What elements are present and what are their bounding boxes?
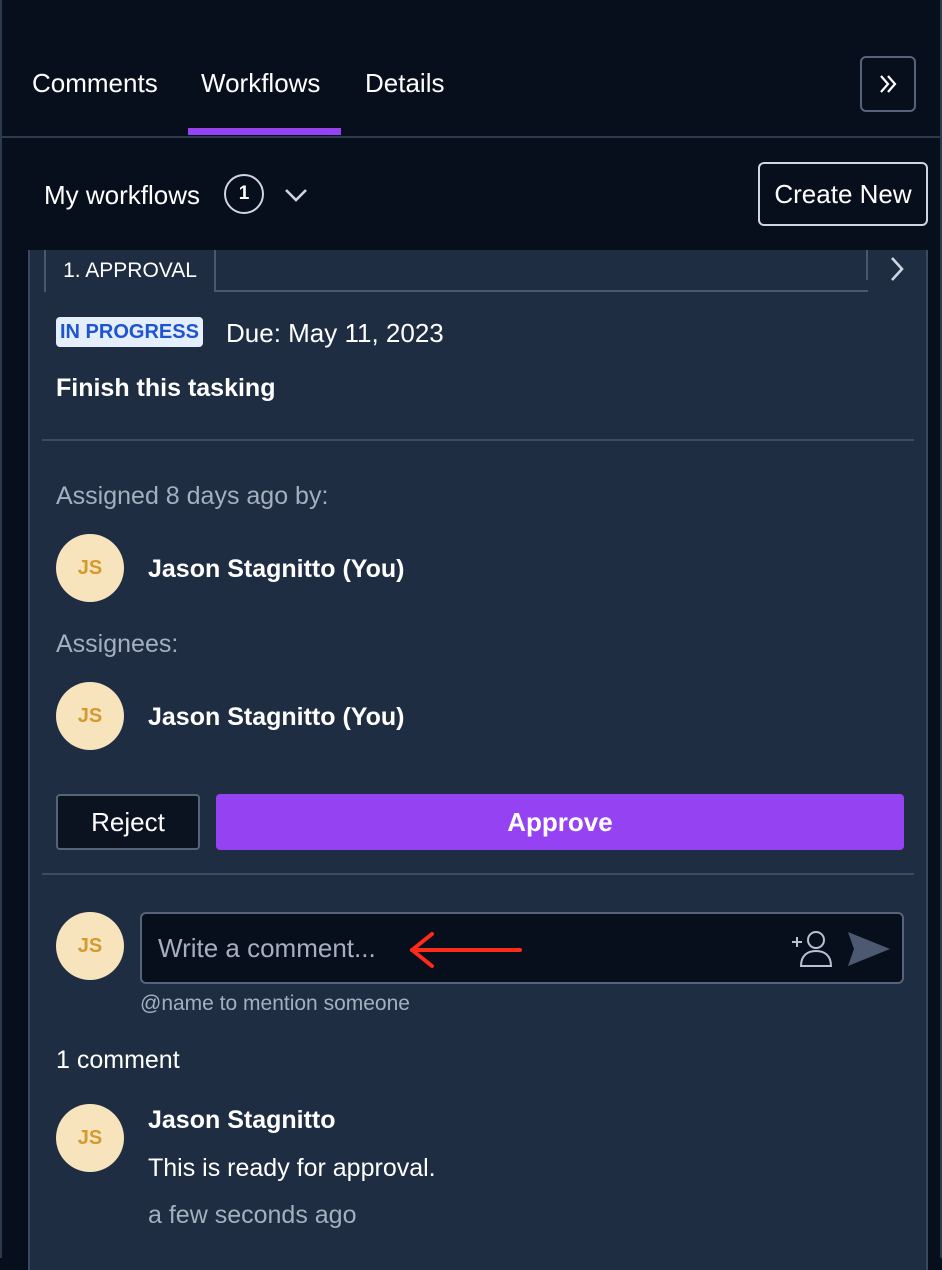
- create-new-button[interactable]: Create New: [758, 162, 928, 226]
- add-mention-icon[interactable]: [790, 928, 834, 968]
- active-tab-indicator: [188, 128, 341, 135]
- mention-hint: @name to mention someone: [140, 992, 410, 1015]
- workflow-card: 1. APPROVAL IN PROGRESS Due: May 11, 202…: [28, 250, 928, 1270]
- comment-text: This is ready for approval.: [148, 1154, 436, 1182]
- tab-comments[interactable]: Comments: [32, 68, 158, 99]
- reject-button[interactable]: Reject: [56, 794, 200, 850]
- step-tab-divider: [214, 290, 868, 292]
- assignees-label: Assignees:: [56, 630, 179, 658]
- avatar: JS: [56, 1104, 124, 1172]
- comment-timestamp: a few seconds ago: [148, 1201, 357, 1229]
- task-title: Finish this tasking: [56, 374, 276, 402]
- comment-count: 1 comment: [56, 1046, 180, 1074]
- assignee-name: Jason Stagnitto (You): [148, 703, 405, 731]
- chevron-down-icon[interactable]: [282, 181, 310, 209]
- due-date: Due: May 11, 2023: [226, 318, 444, 348]
- status-badge: IN PROGRESS: [56, 317, 203, 347]
- comment-author: Jason Stagnitto: [148, 1106, 336, 1134]
- workflow-panel: Comments Workflows Details My workflows …: [0, 0, 942, 1270]
- send-icon[interactable]: [846, 930, 892, 968]
- workflows-dropdown-label[interactable]: My workflows: [44, 180, 200, 211]
- assigned-by-label: Assigned 8 days ago by:: [56, 482, 329, 510]
- approve-button[interactable]: Approve: [216, 794, 904, 850]
- panel-tabs: Comments Workflows Details: [2, 0, 940, 138]
- step-tab-edge: [866, 250, 868, 280]
- annotation-arrow-icon: [410, 932, 522, 968]
- collapse-panel-button[interactable]: [860, 56, 916, 112]
- tab-workflows[interactable]: Workflows: [201, 68, 320, 99]
- double-chevron-right-icon: [880, 75, 897, 93]
- step-tab-approval[interactable]: 1. APPROVAL: [44, 250, 216, 292]
- divider: [42, 873, 914, 875]
- divider: [42, 439, 914, 441]
- chevron-right-icon[interactable]: [886, 254, 910, 284]
- avatar: JS: [56, 912, 124, 980]
- workflow-count-badge: 1: [224, 174, 264, 214]
- tab-details[interactable]: Details: [365, 68, 444, 99]
- assigner-name: Jason Stagnitto (You): [148, 555, 405, 583]
- avatar: JS: [56, 682, 124, 750]
- avatar: JS: [56, 534, 124, 602]
